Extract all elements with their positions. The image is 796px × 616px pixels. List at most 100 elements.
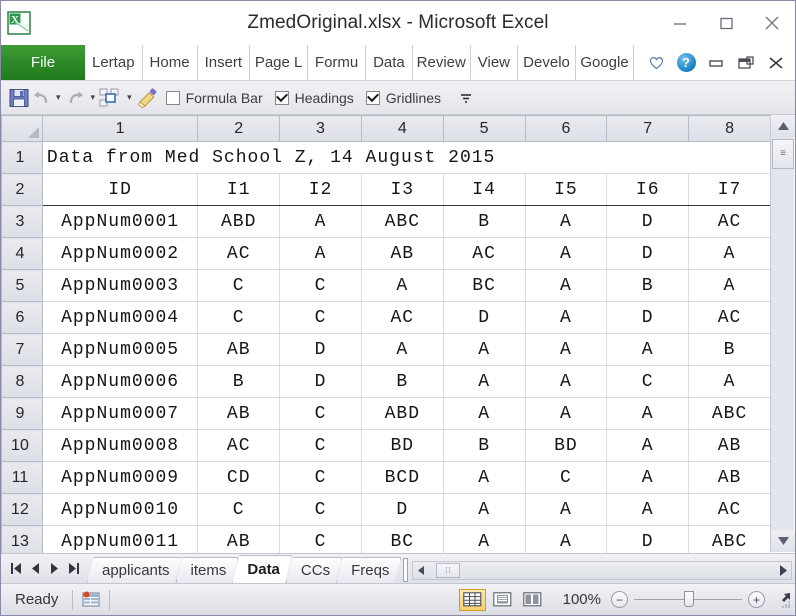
sheet-tab-data[interactable]: Data: [232, 555, 292, 583]
cell-r3-c6[interactable]: A: [524, 205, 608, 238]
cell-r5-c8[interactable]: A: [688, 269, 771, 302]
cell-r10-c4[interactable]: BD: [360, 429, 444, 462]
cell-r12-c5[interactable]: A: [442, 493, 526, 526]
ribbon-minimize-icon[interactable]: [701, 45, 731, 81]
table-row[interactable]: 7 AppNum0005 AB D A A A A B: [1, 333, 771, 366]
cell-r4-c1[interactable]: AppNum0002: [41, 237, 199, 270]
cell-hdr-i2[interactable]: I2: [279, 173, 362, 206]
row-header-3[interactable]: 3: [1, 205, 43, 238]
table-row[interactable]: 8 AppNum0006 B D B A A C A: [1, 365, 771, 398]
close-button[interactable]: [749, 1, 795, 45]
cell-r3-c1[interactable]: AppNum0001: [41, 205, 199, 238]
undo-dropdown-icon[interactable]: ▾: [56, 81, 61, 115]
page-layout-view-button[interactable]: [489, 589, 516, 611]
next-sheet-button[interactable]: [45, 555, 64, 581]
cell-r7-c6[interactable]: A: [524, 333, 608, 366]
scroll-up-button[interactable]: [771, 115, 795, 137]
col-header-5[interactable]: 5: [442, 115, 526, 142]
cell-r5-c4[interactable]: A: [360, 269, 444, 302]
col-header-7[interactable]: 7: [606, 115, 690, 142]
cell-r4-c3[interactable]: A: [279, 237, 362, 270]
first-sheet-button[interactable]: [7, 555, 26, 581]
cell-r11-c3[interactable]: C: [279, 461, 362, 494]
cell-r10-c6[interactable]: BD: [524, 429, 608, 462]
cell-r12-c1[interactable]: AppNum0010: [41, 493, 199, 526]
row-header-7[interactable]: 7: [1, 333, 43, 366]
zoom-in-button[interactable]: +: [748, 591, 765, 608]
format-painter-icon[interactable]: [136, 81, 160, 115]
cell-r7-c7[interactable]: A: [606, 333, 690, 366]
sheet-tab-items[interactable]: items: [176, 557, 239, 583]
row-header-13[interactable]: 13: [1, 525, 43, 553]
formula-bar-checkbox[interactable]: Formula Bar: [165, 81, 275, 115]
zoom-slider[interactable]: − +: [611, 591, 775, 608]
row-header-6[interactable]: 6: [1, 301, 43, 334]
cell-hdr-i1[interactable]: I1: [197, 173, 281, 206]
redo-dropdown-icon[interactable]: ▾: [91, 81, 96, 115]
select-all-corner[interactable]: [1, 115, 43, 142]
cell-r5-c6[interactable]: A: [524, 269, 608, 302]
zoom-track[interactable]: [634, 591, 742, 607]
cell-r11-c8[interactable]: AB: [688, 461, 771, 494]
cell-r3-c8[interactable]: AC: [688, 205, 771, 238]
tab-developer[interactable]: Develo: [518, 45, 577, 80]
cell-r5-c5[interactable]: BC: [442, 269, 526, 302]
row-header-4[interactable]: 4: [1, 237, 43, 270]
col-header-1[interactable]: 1: [41, 115, 199, 142]
table-row[interactable]: 4 AppNum0002 AC A AB AC A D A: [1, 237, 771, 270]
cell-r6-c5[interactable]: D: [442, 301, 526, 334]
cell-hdr-i6[interactable]: I6: [606, 173, 690, 206]
cell-r9-c1[interactable]: AppNum0007: [41, 397, 199, 430]
vertical-scroll-thumb[interactable]: ≡: [772, 139, 794, 169]
tab-insert[interactable]: Insert: [198, 45, 251, 80]
redo-icon[interactable]: [65, 81, 87, 115]
cell-r12-c4[interactable]: D: [360, 493, 444, 526]
cell-r6-c3[interactable]: C: [279, 301, 362, 334]
row-header-5[interactable]: 5: [1, 269, 43, 302]
row-header-11[interactable]: 11: [1, 461, 43, 494]
cell-r3-c2[interactable]: ABD: [197, 205, 281, 238]
table-row[interactable]: 6 AppNum0004 C C AC D A D AC: [1, 301, 771, 334]
cell-title-text[interactable]: Data from Med School Z, 14 August 2015: [41, 141, 771, 174]
row-header-12[interactable]: 12: [1, 493, 43, 526]
cell-r9-c8[interactable]: ABC: [688, 397, 771, 430]
cell-r13-c5[interactable]: A: [442, 525, 526, 553]
cell-r7-c4[interactable]: A: [360, 333, 444, 366]
sheet-tab-freqs[interactable]: Freqs: [336, 557, 401, 583]
cell-r11-c5[interactable]: A: [442, 461, 526, 494]
row-header-9[interactable]: 9: [1, 397, 43, 430]
cell-r8-c3[interactable]: D: [279, 365, 362, 398]
cell-r9-c3[interactable]: C: [279, 397, 362, 430]
sheet-tab-applicants[interactable]: applicants: [87, 557, 182, 583]
cell-r12-c3[interactable]: C: [279, 493, 362, 526]
cell-r13-c2[interactable]: AB: [197, 525, 281, 553]
table-row[interactable]: 5 AppNum0003 C C A BC A B A: [1, 269, 771, 302]
record-macro-icon[interactable]: [73, 584, 109, 616]
cell-r13-c6[interactable]: A: [524, 525, 608, 553]
zoom-level[interactable]: 100%: [563, 591, 601, 608]
cell-r4-c2[interactable]: AC: [197, 237, 281, 270]
page-break-view-button[interactable]: [519, 589, 546, 611]
table-row[interactable]: 10 AppNum0008 AC C BD B BD A AB: [1, 429, 771, 462]
col-header-4[interactable]: 4: [360, 115, 444, 142]
cell-hdr-id[interactable]: ID: [41, 173, 199, 206]
row-header-1[interactable]: 1: [1, 141, 43, 174]
tab-google[interactable]: Google: [576, 45, 635, 80]
tab-lertap[interactable]: Lertap: [85, 45, 143, 80]
table-row[interactable]: 9 AppNum0007 AB C ABD A A A ABC: [1, 397, 771, 430]
cell-r8-c1[interactable]: AppNum0006: [41, 365, 199, 398]
cell-r10-c7[interactable]: A: [606, 429, 690, 462]
cell-r13-c3[interactable]: C: [279, 525, 362, 553]
cell-r4-c6[interactable]: A: [524, 237, 608, 270]
cell-r10-c1[interactable]: AppNum0008: [41, 429, 199, 462]
cell-r9-c7[interactable]: A: [606, 397, 690, 430]
cell-r5-c3[interactable]: C: [279, 269, 362, 302]
cell-r5-c1[interactable]: AppNum0003: [41, 269, 199, 302]
cell-r12-c2[interactable]: C: [197, 493, 281, 526]
customize-icon[interactable]: [99, 81, 123, 115]
ribbon-restore-icon[interactable]: [731, 45, 761, 81]
cell-r9-c6[interactable]: A: [524, 397, 608, 430]
toolbar-overflow-icon[interactable]: [453, 81, 479, 115]
cell-r6-c7[interactable]: D: [606, 301, 690, 334]
cell-r11-c2[interactable]: CD: [197, 461, 281, 494]
